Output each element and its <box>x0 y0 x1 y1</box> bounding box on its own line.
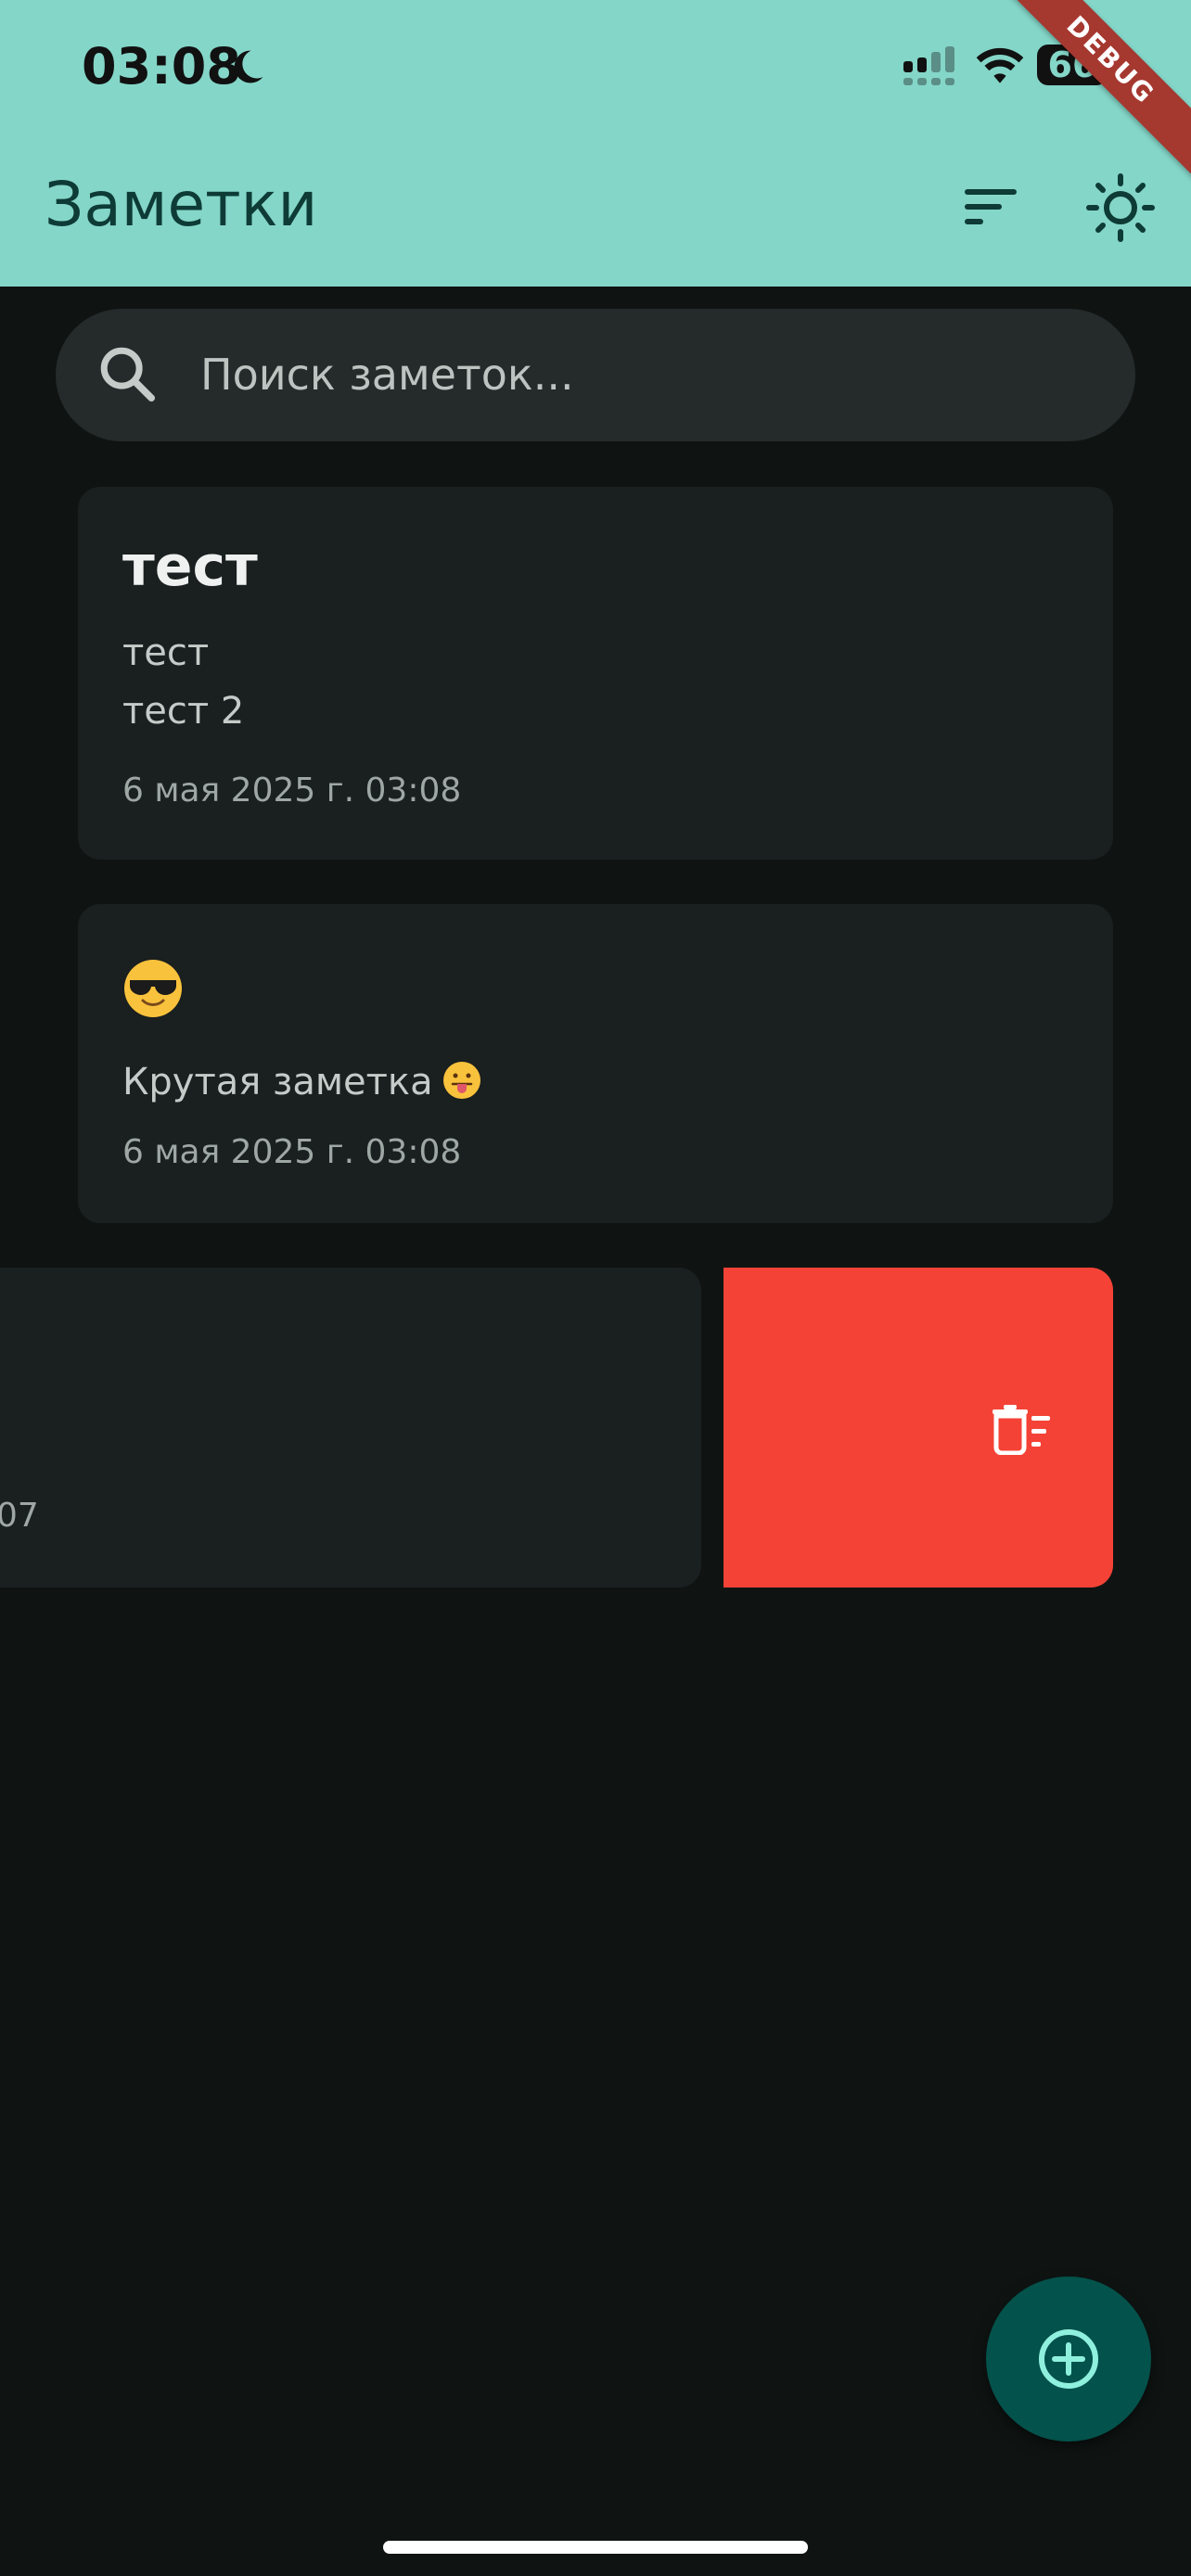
note-text-line: Крутая заметка <box>122 1052 481 1112</box>
note-title: тест <box>122 534 258 599</box>
note-date: 6 мая 2025 г. 03:08 <box>122 772 462 810</box>
delete-sweep-icon <box>992 1405 1050 1455</box>
note-card[interactable]: тест тест тест 2 6 мая 2025 г. 03:08 <box>78 487 1113 860</box>
sun-icon[interactable] <box>1083 171 1158 245</box>
search-bar[interactable]: Поиск заметок... <box>56 309 1135 441</box>
note-text: Крутая заметка <box>122 1061 433 1103</box>
status-time: 03:08 <box>82 37 241 96</box>
note-text-line: тест 2 <box>122 690 245 733</box>
search-icon <box>100 347 156 402</box>
note-card[interactable]: Крутая заметка 6 мая 2025 г. 03:08 <box>78 904 1113 1223</box>
wifi-icon <box>976 47 1024 83</box>
app-bar: 03:08 66 Заметки DEBUG <box>0 0 1191 287</box>
home-indicator[interactable] <box>383 2541 808 2554</box>
sunglasses-emoji-icon <box>124 960 182 1017</box>
add-note-button[interactable] <box>986 2276 1151 2442</box>
add-circle-icon <box>1039 2329 1098 2389</box>
note-text-line: тест <box>122 631 210 674</box>
note-date: 6 мая 2025 г. 03:08 <box>122 1133 462 1171</box>
sort-icon[interactable] <box>954 174 1028 239</box>
debug-banner: DEBUG <box>985 0 1191 185</box>
note-date-fragment: 07 <box>0 1497 39 1535</box>
page-title: Заметки <box>45 169 318 240</box>
search-input[interactable]: Поиск заметок... <box>200 342 574 407</box>
delete-swipe-action[interactable] <box>724 1268 1113 1588</box>
tongue-emoji-icon <box>442 1062 480 1099</box>
moon-icon <box>234 50 263 83</box>
signal-icon <box>903 46 954 85</box>
note-card-swiped[interactable]: 07 <box>0 1268 701 1588</box>
